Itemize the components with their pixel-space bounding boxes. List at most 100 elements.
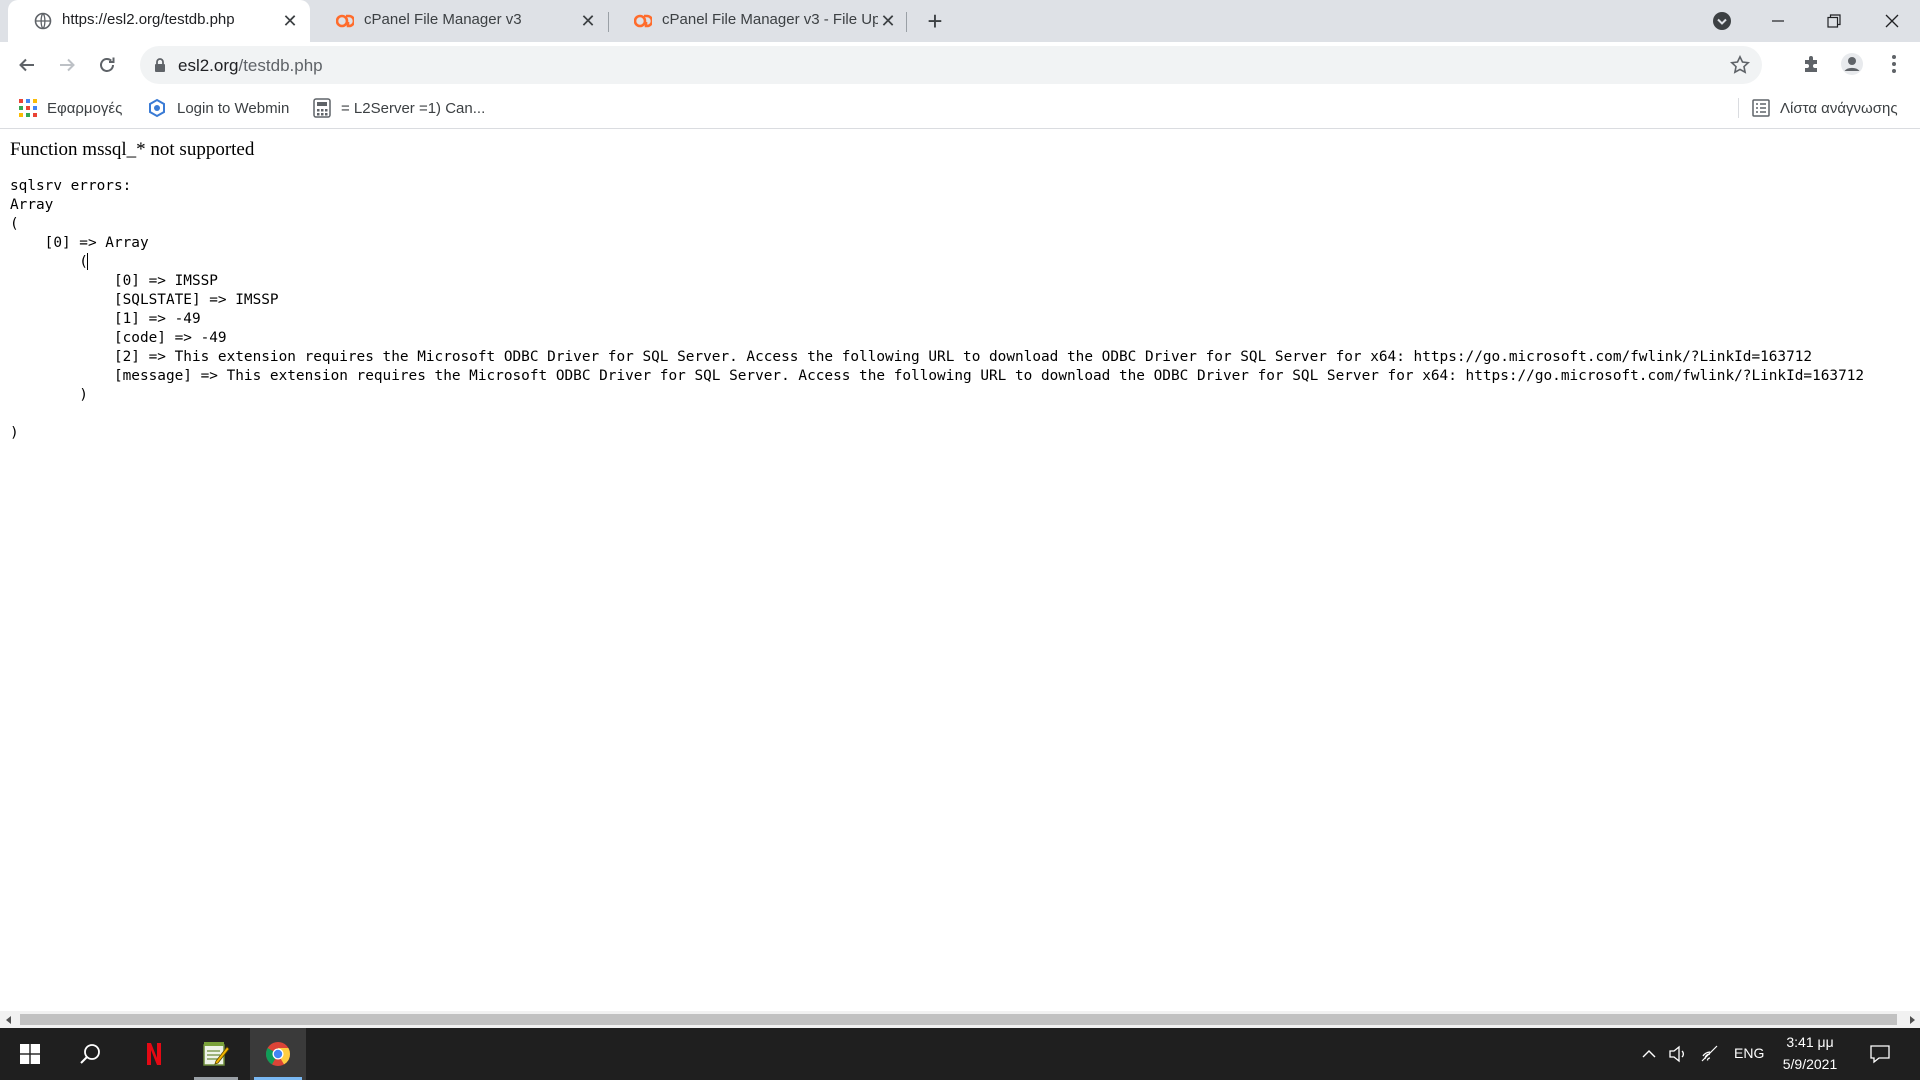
tab-separator xyxy=(906,12,907,32)
notepad-icon xyxy=(203,1042,230,1066)
reading-list-label: Λίστα ανάγνωσης xyxy=(1780,99,1898,117)
apps-grid-icon xyxy=(19,99,37,117)
dump-line: [code] => -49 xyxy=(10,330,227,346)
chrome-icon xyxy=(265,1042,290,1066)
profile-button[interactable] xyxy=(1840,52,1864,76)
dump-line: sqlsrv errors: xyxy=(10,178,132,194)
bookmarks-separator xyxy=(1738,98,1739,118)
language-indicator[interactable]: ENG xyxy=(1734,1045,1764,1061)
windows-logo-icon xyxy=(20,1044,40,1064)
netflix-icon xyxy=(147,1043,161,1065)
scrollbar-thumb[interactable] xyxy=(20,1014,1897,1025)
dump-line: [2] => This extension requires the Micro… xyxy=(10,349,1813,365)
dump-line: [1] => -49 xyxy=(10,311,201,327)
bookmark-apps[interactable]: Εφαρμογές xyxy=(19,97,122,119)
windows-taskbar: ENG 3:41 μμ 5/9/2021 xyxy=(0,1028,1920,1080)
network-button[interactable] xyxy=(1700,1044,1720,1064)
text-cursor xyxy=(86,253,88,270)
extensions-button[interactable] xyxy=(1800,52,1824,76)
scroll-right-arrow[interactable] xyxy=(1903,1011,1920,1028)
tab-strip: https://esl2.org/testdb.php ✕ cPanel Fil… xyxy=(0,0,1920,42)
taskbar-app-netflix[interactable] xyxy=(126,1028,182,1080)
bookmark-label: = L2Server =1) Can... xyxy=(341,99,486,117)
close-tab-icon[interactable]: ✕ xyxy=(578,11,598,31)
kebab-menu-icon xyxy=(1892,55,1896,73)
dump-line: [0] => Array xyxy=(10,235,149,251)
tab-cpanel-file-manager[interactable]: cPanel File Manager v3 ✕ xyxy=(310,0,608,42)
dump-line: ) xyxy=(10,425,19,441)
show-hidden-icons-button[interactable] xyxy=(1639,1044,1659,1064)
lock-icon[interactable] xyxy=(152,57,168,73)
url-text: esl2.org/testdb.php xyxy=(178,56,323,76)
tab-search-icon[interactable] xyxy=(1712,11,1732,31)
url-path: /testdb.php xyxy=(238,56,323,75)
dump-line: [SQLSTATE] => IMSSP xyxy=(10,292,279,308)
search-icon xyxy=(80,1044,100,1064)
minimize-icon xyxy=(1772,20,1784,22)
reading-list-button[interactable]: Λίστα ανάγνωσης xyxy=(1752,97,1898,119)
clock-date[interactable]: 5/9/2021 xyxy=(1776,1056,1844,1072)
bookmark-webmin[interactable]: Login to Webmin xyxy=(147,97,289,119)
dump-line: ( xyxy=(10,254,88,270)
scroll-left-arrow[interactable] xyxy=(0,1011,17,1028)
search-button[interactable] xyxy=(62,1028,118,1080)
page-headline: Function mssql_* not supported xyxy=(10,139,255,160)
wifi-icon xyxy=(1701,1045,1718,1062)
dump-line: Array xyxy=(10,197,54,213)
globe-icon xyxy=(34,12,52,30)
speaker-icon xyxy=(1669,1045,1684,1063)
back-button[interactable] xyxy=(13,51,41,79)
bookmarks-bar: Εφαρμογές Login to Webmin = L2Server =1)… xyxy=(0,88,1920,129)
bookmark-label: Εφαρμογές xyxy=(47,99,123,117)
avatar-icon xyxy=(1841,53,1863,75)
arrow-left-icon xyxy=(19,58,34,72)
reload-icon xyxy=(100,57,115,72)
close-tab-icon[interactable]: ✕ xyxy=(280,11,300,31)
close-window-button[interactable] xyxy=(1864,0,1920,42)
triangle-right-icon xyxy=(1909,1015,1915,1024)
browser-menu-button[interactable] xyxy=(1882,52,1906,76)
notification-icon xyxy=(1870,1045,1890,1064)
puzzle-icon xyxy=(1805,56,1817,72)
start-button[interactable] xyxy=(2,1028,58,1080)
cpanel-icon xyxy=(634,14,652,28)
notifications-button[interactable] xyxy=(1870,1044,1890,1064)
clock-time[interactable]: 3:41 μμ xyxy=(1782,1034,1838,1050)
close-tab-icon[interactable]: ✕ xyxy=(878,11,898,31)
bookmark-label: Login to Webmin xyxy=(177,99,290,117)
volume-button[interactable] xyxy=(1668,1044,1688,1064)
reading-list-icon xyxy=(1752,99,1770,117)
dump-line: ) xyxy=(10,387,88,403)
calculator-icon xyxy=(313,98,331,118)
page-content: Function mssql_* not supported sqlsrv er… xyxy=(0,129,1920,1011)
dump-line: [0] => IMSSP xyxy=(10,273,218,289)
browser-toolbar: esl2.org/testdb.php xyxy=(0,42,1920,88)
error-dump: sqlsrv errors: Array ( [0] => Array ( [0… xyxy=(10,177,1864,443)
horizontal-scrollbar[interactable] xyxy=(0,1011,1920,1028)
triangle-left-icon xyxy=(5,1015,11,1024)
taskbar-app-notepad[interactable] xyxy=(188,1028,244,1080)
close-icon xyxy=(1885,14,1899,28)
chevron-up-icon xyxy=(1642,1050,1656,1058)
new-tab-button[interactable]: + xyxy=(922,8,948,34)
dump-line: [message] => This extension requires the… xyxy=(10,368,1865,384)
tab-testdb[interactable]: https://esl2.org/testdb.php ✕ xyxy=(8,0,310,42)
arrow-right-icon xyxy=(60,58,75,72)
tab-title: cPanel File Manager v3 - File Upl xyxy=(662,11,878,28)
taskbar-app-chrome[interactable] xyxy=(250,1028,306,1080)
restore-button[interactable] xyxy=(1806,0,1862,42)
bookmark-star-icon[interactable] xyxy=(1730,55,1750,75)
tab-cpanel-file-upload[interactable]: cPanel File Manager v3 - File Upl ✕ xyxy=(608,0,906,42)
address-bar[interactable]: esl2.org/testdb.php xyxy=(140,46,1762,84)
reload-button[interactable] xyxy=(93,51,121,79)
url-domain: esl2.org xyxy=(178,56,239,75)
restore-icon xyxy=(1827,14,1841,28)
forward-button[interactable] xyxy=(53,51,81,79)
dump-line: ( xyxy=(10,216,19,232)
webmin-icon xyxy=(149,98,165,118)
cpanel-icon xyxy=(336,14,354,28)
tab-title: cPanel File Manager v3 xyxy=(364,11,522,28)
bookmark-l2server[interactable]: = L2Server =1) Can... xyxy=(313,97,485,119)
minimize-button[interactable] xyxy=(1750,0,1806,42)
tab-title: https://esl2.org/testdb.php xyxy=(62,11,235,28)
